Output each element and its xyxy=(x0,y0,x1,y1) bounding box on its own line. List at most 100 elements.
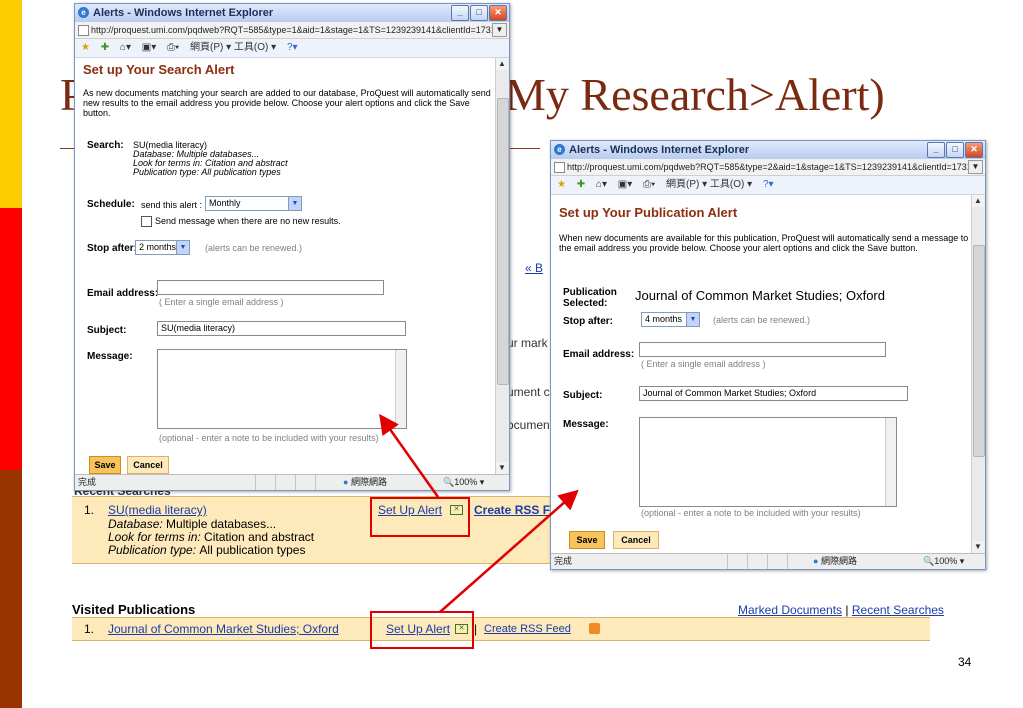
subject-field[interactable]: Journal of Common Market Studies; Oxford xyxy=(639,386,908,401)
chevron-down-icon[interactable]: ▼ xyxy=(176,241,189,254)
toolbar-menus[interactable]: 網頁(P) ▾ 工具(O) ▾ xyxy=(190,42,276,53)
visited-right-links: Marked Documents | Recent Searches xyxy=(738,603,944,617)
email-field[interactable] xyxy=(157,280,384,295)
ie-logo-icon: e xyxy=(78,7,89,18)
print-icon[interactable]: ⎙▾ xyxy=(167,42,179,53)
chevron-down-icon[interactable]: ▼ xyxy=(288,197,301,210)
stop-after-label: Stop after: xyxy=(87,243,137,254)
scroll-down-icon[interactable]: ▼ xyxy=(972,541,984,553)
status-bar: 完成 ● 網際網路 🔍100% ▾ xyxy=(551,553,985,569)
toolbar-menus[interactable]: 網頁(P) ▾ 工具(O) ▾ xyxy=(666,179,752,190)
vertical-scrollbar[interactable]: ▲ ▼ xyxy=(971,195,985,553)
visited-row: 1. Journal of Common Market Studies; Oxf… xyxy=(72,617,930,641)
address-bar[interactable]: http://proquest.umi.com/pqdweb?RQT=585&t… xyxy=(551,159,985,176)
visited-publication-link[interactable]: Journal of Common Market Studies; Oxford xyxy=(108,622,339,636)
fragment-1: ur mark xyxy=(507,336,548,350)
cancel-button[interactable]: Cancel xyxy=(613,531,659,549)
message-textarea[interactable] xyxy=(639,417,897,507)
maximize-icon[interactable]: □ xyxy=(946,142,964,158)
schedule-select-value: Monthly xyxy=(209,198,241,208)
back-link-text[interactable]: « B xyxy=(525,261,543,275)
publication-selected-label: Publication Selected: xyxy=(563,287,617,309)
minimize-icon[interactable]: _ xyxy=(927,142,945,158)
favorites-star-icon[interactable]: ★ xyxy=(81,42,90,53)
subject-field[interactable]: SU(media literacy) xyxy=(157,321,406,336)
chevron-down-icon[interactable]: ▼ xyxy=(686,313,699,326)
recent-searches-link[interactable]: Recent Searches xyxy=(852,603,944,617)
email-label: Email address: xyxy=(87,288,159,299)
save-button[interactable]: Save xyxy=(569,531,605,549)
bar-yellow xyxy=(0,0,22,208)
subject-label: Subject: xyxy=(563,390,603,401)
minimize-icon[interactable]: _ xyxy=(451,5,469,21)
chevron-down-icon[interactable]: ▼ xyxy=(492,23,507,37)
save-button[interactable]: Save xyxy=(89,456,121,474)
stop-after-select[interactable]: 4 months ▼ xyxy=(641,312,700,327)
no-results-checkbox[interactable] xyxy=(141,216,152,227)
add-favorite-icon[interactable]: ✚ xyxy=(577,179,585,190)
cancel-button[interactable]: Cancel xyxy=(127,456,169,474)
scroll-down-icon[interactable]: ▼ xyxy=(496,462,508,474)
home-icon[interactable]: ⌂▾ xyxy=(596,179,607,190)
zoom-icon: 🔍 xyxy=(443,477,455,487)
recent-search-link[interactable]: SU(media literacy) xyxy=(108,503,207,517)
status-done: 完成 xyxy=(78,477,97,487)
visited-create-rss[interactable]: Create RSS Feed xyxy=(484,623,571,635)
highlight-visited-alert xyxy=(370,611,474,649)
address-url[interactable]: http://proquest.umi.com/pqdweb?RQT=585&t… xyxy=(91,25,501,35)
slide-title-right: My Research>Alert) xyxy=(505,69,885,120)
publication-selected-value: Journal of Common Market Studies; Oxford xyxy=(635,288,885,303)
visited-header-separator: | xyxy=(845,603,849,617)
page-icon xyxy=(78,25,89,36)
scroll-up-icon[interactable]: ▲ xyxy=(972,195,984,207)
zoom-level[interactable]: 🔍100% ▾ xyxy=(443,475,484,490)
publication-alert-window: e Alerts - Windows Internet Explorer _ □… xyxy=(550,140,986,570)
email-label: Email address: xyxy=(563,349,635,360)
vertical-scrollbar[interactable]: ▲ ▼ xyxy=(495,58,509,474)
visited-row-index: 1. xyxy=(84,622,95,636)
bar-brown xyxy=(0,470,22,708)
close-icon[interactable]: ✕ xyxy=(965,142,983,158)
help-icon[interactable]: ?▾ xyxy=(763,179,774,190)
schedule-label: Schedule: xyxy=(87,199,135,210)
textarea-scrollbar[interactable] xyxy=(395,350,406,428)
scroll-up-icon[interactable]: ▲ xyxy=(496,58,508,70)
message-hint: (optional - enter a note to be included … xyxy=(159,433,379,443)
status-done: 完成 xyxy=(554,556,573,566)
fragment-3: ocument xyxy=(507,418,554,432)
visited-row-separator: | xyxy=(474,622,478,636)
publication-alert-intro: When new documents are available for thi… xyxy=(559,233,969,253)
stop-after-select[interactable]: 2 months ▼ xyxy=(135,240,190,255)
bar-red xyxy=(0,208,22,470)
search-label: Search: xyxy=(87,140,124,151)
email-field[interactable] xyxy=(639,342,886,357)
home-icon[interactable]: ⌂▾ xyxy=(120,42,131,53)
marked-documents-link[interactable]: Marked Documents xyxy=(738,603,842,617)
chevron-down-icon[interactable]: ▼ xyxy=(968,160,983,174)
close-icon[interactable]: ✕ xyxy=(489,5,507,21)
textarea-scrollbar[interactable] xyxy=(885,418,896,506)
scroll-thumb[interactable] xyxy=(497,98,509,385)
stop-after-hint: (alerts can be renewed.) xyxy=(205,243,303,253)
window-title: Alerts - Windows Internet Explorer xyxy=(93,7,274,19)
feeds-icon[interactable]: ▣▾ xyxy=(618,179,632,190)
schedule-select[interactable]: Monthly ▼ xyxy=(205,196,302,211)
maximize-icon[interactable]: □ xyxy=(470,5,488,21)
favorites-star-icon[interactable]: ★ xyxy=(557,179,566,190)
zoom-level[interactable]: 🔍100% ▾ xyxy=(923,554,964,569)
search-alert-content: Set up Your Search Alert As new document… xyxy=(75,58,495,474)
message-label: Message: xyxy=(563,419,609,430)
recent-row-index: 1. xyxy=(84,503,95,517)
scroll-thumb[interactable] xyxy=(973,245,985,457)
feeds-icon[interactable]: ▣▾ xyxy=(142,42,156,53)
back-link[interactable]: « B xyxy=(525,261,543,275)
publication-alert-heading: Set up Your Publication Alert xyxy=(559,205,738,220)
message-textarea[interactable] xyxy=(157,349,407,429)
search-alert-window: e Alerts - Windows Internet Explorer _ □… xyxy=(74,3,510,491)
address-bar[interactable]: http://proquest.umi.com/pqdweb?RQT=585&t… xyxy=(75,22,509,39)
address-url[interactable]: http://proquest.umi.com/pqdweb?RQT=585&t… xyxy=(567,162,977,172)
print-icon[interactable]: ⎙▾ xyxy=(643,179,655,190)
help-icon[interactable]: ?▾ xyxy=(287,42,298,53)
add-favorite-icon[interactable]: ✚ xyxy=(101,42,109,53)
stop-after-label: Stop after: xyxy=(563,316,613,327)
